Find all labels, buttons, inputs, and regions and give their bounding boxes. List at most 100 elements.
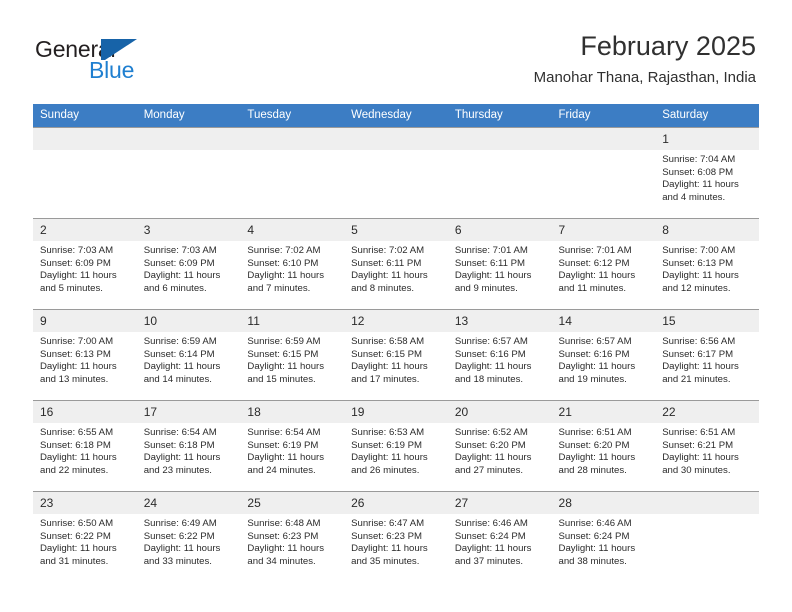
daylight-text-line2: and 24 minutes. [247, 464, 316, 476]
day-number: 25 [240, 492, 345, 514]
daylight-text-line1: Daylight: 11 hours [143, 361, 221, 373]
sunrise-text: Sunrise: 6:49 AM [143, 518, 217, 529]
calendar-day-cell[interactable]: 24 Sunrise: 6:49 AM Sunset: 6:22 PM Dayl… [136, 491, 241, 582]
daylight-text-line2: and 8 minutes. [351, 282, 415, 294]
calendar-day-cell[interactable]: 16 Sunrise: 6:55 AM Sunset: 6:18 PM Dayl… [33, 400, 137, 492]
day-info: Sunrise: 6:51 AM Sunset: 6:20 PM Dayligh… [552, 423, 656, 477]
calendar-day-cell[interactable]: 4 Sunrise: 7:02 AM Sunset: 6:10 PM Dayli… [240, 218, 345, 310]
sunset-text: Sunset: 6:14 PM [143, 348, 215, 360]
calendar-day-cell[interactable]: 22 Sunrise: 6:51 AM Sunset: 6:21 PM Dayl… [655, 400, 759, 492]
daylight-text-line1: Daylight: 11 hours [454, 452, 532, 464]
calendar-day-cell[interactable]: 3 Sunrise: 7:03 AM Sunset: 6:09 PM Dayli… [136, 218, 241, 310]
calendar-day-cell[interactable]: 8 Sunrise: 7:00 AM Sunset: 6:13 PM Dayli… [655, 218, 759, 310]
sunrise-text: Sunrise: 6:57 AM [454, 336, 528, 347]
sunrise-text: Sunrise: 6:46 AM [454, 518, 528, 529]
daylight-text-line1: Daylight: 11 hours [247, 452, 325, 464]
calendar-week-row: 23 Sunrise: 6:50 AM Sunset: 6:22 PM Dayl… [33, 491, 759, 582]
calendar-day-cell[interactable]: 12 Sunrise: 6:58 AM Sunset: 6:15 PM Dayl… [344, 309, 448, 401]
sunset-text: Sunset: 6:08 PM [662, 166, 734, 178]
calendar-day-cell[interactable]: 7 Sunrise: 7:01 AM Sunset: 6:12 PM Dayli… [551, 218, 656, 310]
day-number: 27 [447, 492, 552, 514]
day-info: Sunrise: 7:03 AM Sunset: 6:09 PM Dayligh… [33, 241, 137, 295]
daylight-text-line2: and 15 minutes. [247, 373, 316, 385]
day-number: 16 [33, 401, 137, 423]
day-info: Sunrise: 7:00 AM Sunset: 6:13 PM Dayligh… [655, 241, 759, 295]
weekday-header-thursday: Thursday [447, 104, 552, 128]
sunset-text: Sunset: 6:11 PM [351, 257, 422, 269]
calendar-day-cell[interactable]: 15 Sunrise: 6:56 AM Sunset: 6:17 PM Dayl… [655, 309, 759, 401]
sunset-text: Sunset: 6:19 PM [351, 439, 423, 451]
daylight-text-line1: Daylight: 11 hours [40, 270, 117, 282]
sunrise-text: Sunrise: 7:00 AM [40, 336, 114, 347]
calendar-day-cell[interactable]: 20 Sunrise: 6:52 AM Sunset: 6:20 PM Dayl… [447, 400, 552, 492]
day-number: 28 [551, 492, 656, 514]
day-number: 11 [240, 310, 345, 332]
day-number: 24 [136, 492, 241, 514]
day-number: 20 [447, 401, 552, 423]
calendar-day-cell[interactable]: 27 Sunrise: 6:46 AM Sunset: 6:24 PM Dayl… [447, 491, 552, 582]
daylight-text-line1: Daylight: 11 hours [247, 543, 325, 555]
sunset-text: Sunset: 6:13 PM [662, 257, 734, 269]
day-info: Sunrise: 7:03 AM Sunset: 6:09 PM Dayligh… [137, 241, 241, 295]
day-number [344, 128, 448, 150]
sunrise-text: Sunrise: 6:56 AM [662, 336, 736, 347]
daylight-text-line1: Daylight: 11 hours [40, 452, 117, 464]
calendar-day-cell[interactable]: 9 Sunrise: 7:00 AM Sunset: 6:13 PM Dayli… [33, 309, 137, 401]
day-info: Sunrise: 6:51 AM Sunset: 6:21 PM Dayligh… [655, 423, 759, 477]
sunset-text: Sunset: 6:16 PM [558, 348, 630, 360]
day-number [136, 128, 241, 150]
sunset-text: Sunset: 6:22 PM [40, 530, 111, 542]
calendar-day-cell[interactable]: 26 Sunrise: 6:47 AM Sunset: 6:23 PM Dayl… [344, 491, 448, 582]
calendar-week-row: 1 Sunrise: 7:04 AM Sunset: 6:08 PM Dayli… [33, 127, 759, 219]
daylight-text-line1: Daylight: 11 hours [558, 270, 636, 282]
sunset-text: Sunset: 6:09 PM [40, 257, 111, 269]
day-number: 19 [344, 401, 448, 423]
sunset-text: Sunset: 6:13 PM [40, 348, 111, 360]
daylight-text-line2: and 14 minutes. [143, 373, 212, 385]
calendar-day-cell[interactable]: 18 Sunrise: 6:54 AM Sunset: 6:19 PM Dayl… [240, 400, 345, 492]
calendar-day-cell[interactable]: 23 Sunrise: 6:50 AM Sunset: 6:22 PM Dayl… [33, 491, 137, 582]
calendar-grid: Sunday Monday Tuesday Wednesday Thursday… [33, 104, 759, 582]
calendar-day-cell[interactable]: 11 Sunrise: 6:59 AM Sunset: 6:15 PM Dayl… [240, 309, 345, 401]
sunrise-text: Sunrise: 6:48 AM [247, 518, 321, 529]
sunrise-text: Sunrise: 7:03 AM [143, 245, 217, 256]
weekday-header-friday: Friday [551, 104, 656, 128]
daylight-text-line1: Daylight: 11 hours [351, 452, 428, 464]
calendar-day-cell[interactable]: 14 Sunrise: 6:57 AM Sunset: 6:16 PM Dayl… [551, 309, 656, 401]
sunset-text: Sunset: 6:22 PM [143, 530, 215, 542]
day-number: 17 [136, 401, 241, 423]
daylight-text-line1: Daylight: 11 hours [40, 361, 117, 373]
weekday-header-monday: Monday [136, 104, 241, 128]
sunrise-text: Sunrise: 6:52 AM [454, 427, 528, 438]
daylight-text-line1: Daylight: 11 hours [247, 270, 325, 282]
day-number: 2 [33, 219, 137, 241]
sunrise-text: Sunrise: 7:01 AM [454, 245, 528, 256]
calendar-day-cell[interactable]: 25 Sunrise: 6:48 AM Sunset: 6:23 PM Dayl… [240, 491, 345, 582]
sunrise-text: Sunrise: 7:02 AM [247, 245, 321, 256]
calendar-week-row: 16 Sunrise: 6:55 AM Sunset: 6:18 PM Dayl… [33, 400, 759, 492]
sunset-text: Sunset: 6:18 PM [40, 439, 111, 451]
calendar-day-cell[interactable]: 6 Sunrise: 7:01 AM Sunset: 6:11 PM Dayli… [447, 218, 552, 310]
day-info: Sunrise: 6:54 AM Sunset: 6:18 PM Dayligh… [137, 423, 241, 477]
calendar-day-cell[interactable]: 2 Sunrise: 7:03 AM Sunset: 6:09 PM Dayli… [33, 218, 137, 310]
daylight-text-line1: Daylight: 11 hours [40, 543, 117, 555]
daylight-text-line1: Daylight: 11 hours [351, 543, 428, 555]
daylight-text-line2: and 6 minutes. [143, 282, 207, 294]
daylight-text-line1: Daylight: 11 hours [558, 452, 636, 464]
daylight-text-line1: Daylight: 11 hours [662, 270, 739, 282]
calendar-day-cell[interactable]: 1 Sunrise: 7:04 AM Sunset: 6:08 PM Dayli… [655, 127, 759, 219]
calendar-day-cell [655, 491, 759, 582]
general-blue-logo[interactable]: General Blue [35, 36, 235, 88]
calendar-day-cell[interactable]: 13 Sunrise: 6:57 AM Sunset: 6:16 PM Dayl… [447, 309, 552, 401]
calendar-day-cell[interactable]: 10 Sunrise: 6:59 AM Sunset: 6:14 PM Dayl… [136, 309, 241, 401]
day-info: Sunrise: 7:00 AM Sunset: 6:13 PM Dayligh… [33, 332, 137, 386]
calendar-day-cell[interactable]: 5 Sunrise: 7:02 AM Sunset: 6:11 PM Dayli… [344, 218, 448, 310]
day-number: 1 [655, 128, 759, 150]
daylight-text-line2: and 19 minutes. [558, 373, 627, 385]
sunrise-text: Sunrise: 6:55 AM [40, 427, 114, 438]
calendar-day-cell[interactable]: 28 Sunrise: 6:46 AM Sunset: 6:24 PM Dayl… [551, 491, 656, 582]
calendar-day-cell[interactable]: 21 Sunrise: 6:51 AM Sunset: 6:20 PM Dayl… [551, 400, 656, 492]
calendar-day-cell[interactable]: 17 Sunrise: 6:54 AM Sunset: 6:18 PM Dayl… [136, 400, 241, 492]
day-number [655, 492, 759, 514]
calendar-day-cell[interactable]: 19 Sunrise: 6:53 AM Sunset: 6:19 PM Dayl… [344, 400, 448, 492]
